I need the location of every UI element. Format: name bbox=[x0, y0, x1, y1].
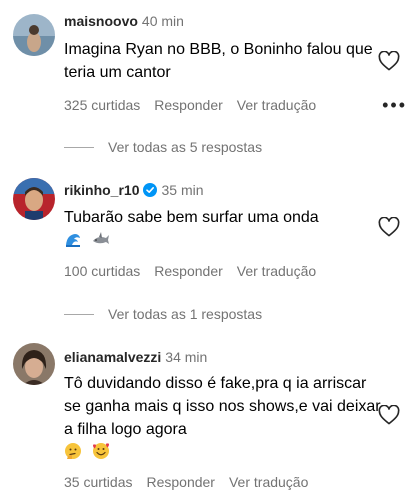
emoji-row bbox=[64, 229, 110, 249]
heart-outline-icon[interactable] bbox=[378, 217, 400, 237]
comment-header: rikinho_r10 35 min bbox=[64, 181, 204, 199]
username[interactable]: rikinho_r10 bbox=[64, 182, 139, 198]
heart-outline-icon[interactable] bbox=[378, 405, 400, 425]
comment-actions: 35 curtidas Responder Ver tradução bbox=[64, 473, 322, 491]
reply-divider bbox=[64, 313, 94, 315]
comment-text: Tubarão sabe bem surfar uma onda bbox=[64, 209, 319, 226]
face-with-hearts-icon bbox=[92, 442, 110, 460]
avatar[interactable] bbox=[13, 178, 55, 220]
view-replies-button[interactable]: Ver todas as 5 respostas bbox=[64, 138, 262, 156]
likes-count[interactable]: 35 curtidas bbox=[64, 474, 132, 490]
username[interactable]: maisnoovo bbox=[64, 13, 138, 29]
heart-outline-icon[interactable] bbox=[378, 51, 400, 71]
wave-icon bbox=[64, 230, 82, 248]
translate-button[interactable]: Ver tradução bbox=[237, 97, 316, 113]
shark-icon bbox=[92, 230, 110, 248]
translate-button[interactable]: Ver tradução bbox=[237, 263, 316, 279]
view-replies-label: Ver todas as 1 respostas bbox=[108, 306, 263, 322]
likes-count[interactable]: 325 curtidas bbox=[64, 97, 140, 113]
more-options-icon[interactable]: ••• bbox=[382, 96, 407, 114]
verified-badge-icon bbox=[143, 183, 158, 197]
comment-actions: 325 curtidas Responder Ver tradução bbox=[64, 96, 330, 114]
translate-button[interactable]: Ver tradução bbox=[229, 474, 308, 490]
reply-divider bbox=[64, 146, 94, 148]
avatar[interactable] bbox=[13, 343, 55, 385]
comment-header: maisnoovo 40 min bbox=[64, 12, 184, 30]
comment-header: elianamalvezzi 34 min bbox=[64, 348, 207, 366]
view-replies-button[interactable]: Ver todas as 1 respostas bbox=[64, 305, 262, 323]
reply-button[interactable]: Responder bbox=[154, 263, 223, 279]
emoji-row bbox=[64, 441, 110, 461]
timestamp: 35 min bbox=[161, 182, 204, 198]
reply-button[interactable]: Responder bbox=[146, 474, 215, 490]
likes-count[interactable]: 100 curtidas bbox=[64, 263, 140, 279]
view-replies-label: Ver todas as 5 respostas bbox=[108, 139, 263, 155]
comment-actions: 100 curtidas Responder Ver tradução bbox=[64, 262, 330, 280]
comment-text: Tô duvidando disso é fake,pra q ia arris… bbox=[64, 375, 381, 438]
timestamp: 34 min bbox=[165, 349, 208, 365]
comment-text: Imagina Ryan no BBB, o Boninho falou que… bbox=[64, 41, 373, 81]
reply-button[interactable]: Responder bbox=[154, 97, 223, 113]
username[interactable]: elianamalvezzi bbox=[64, 349, 161, 365]
thinking-face-icon bbox=[64, 442, 82, 460]
avatar[interactable] bbox=[13, 14, 55, 56]
timestamp: 40 min bbox=[141, 13, 184, 29]
